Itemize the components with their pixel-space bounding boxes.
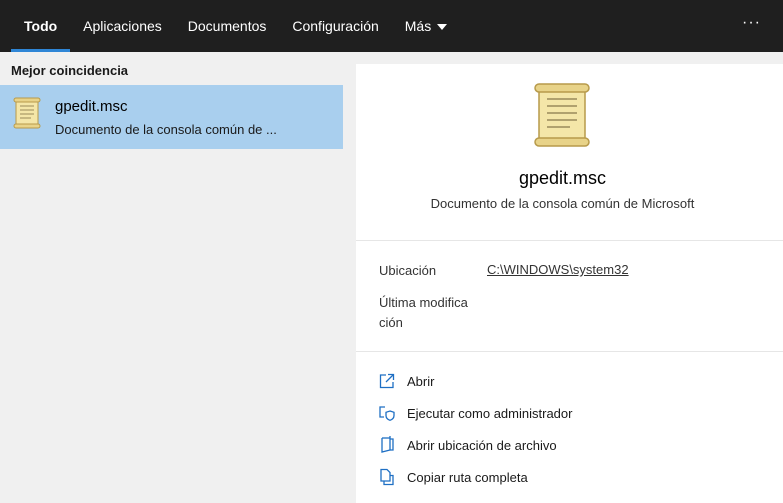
preview-title: gpedit.msc [518, 168, 607, 188]
modified-label-wrap: ción [379, 315, 403, 330]
preview-subtitle: Documento de la consola común de Microso… [430, 196, 695, 211]
divider [356, 351, 783, 352]
action-label: Abrir ubicación de archivo [407, 437, 557, 453]
tab-label: Documentos [187, 18, 267, 34]
tab-documentos[interactable]: Documentos [175, 0, 280, 52]
open-action[interactable]: Abrir [378, 371, 434, 391]
result-description: Documento de la consola común de ... [55, 122, 277, 137]
open-file-location-action[interactable]: Abrir ubicación de archivo [378, 435, 557, 455]
shield-icon [379, 406, 395, 421]
filter-tabs: Todo Aplicaciones Documentos Configuraci… [0, 0, 460, 52]
tab-mas[interactable]: Más [392, 0, 460, 52]
run-as-admin-action[interactable]: Ejecutar como administrador [378, 403, 572, 423]
action-label: Ejecutar como administrador [407, 405, 573, 421]
copy-icon [380, 468, 394, 486]
tab-todo[interactable]: Todo [0, 0, 71, 52]
action-label: Copiar ruta completa [407, 469, 528, 485]
folder-icon [381, 436, 394, 453]
console-document-icon [534, 83, 590, 147]
location-link[interactable]: C:\WINDOWS\system32 [487, 262, 629, 277]
result-name: gpedit.msc [55, 98, 128, 115]
modified-label: Última modifica [379, 295, 468, 310]
copy-full-path-action[interactable]: Copiar ruta completa [378, 467, 528, 487]
tab-label: Aplicaciones [83, 18, 162, 34]
best-match-result[interactable]: gpedit.msc Documento de la consola común… [0, 85, 343, 149]
search-filter-bar: Todo Aplicaciones Documentos Configuraci… [0, 0, 783, 52]
action-label: Abrir [407, 373, 435, 389]
tab-label: Más [404, 18, 432, 34]
divider [356, 240, 783, 241]
chevron-down-icon [437, 23, 448, 30]
more-options-button[interactable]: ··· [742, 14, 761, 32]
results-column: Mejor coincidencia gpedit.msc Documento … [0, 52, 343, 503]
section-title: Mejor coincidencia [11, 63, 129, 78]
open-icon [379, 373, 395, 389]
preview-panel: gpedit.msc Documento de la consola común… [356, 64, 783, 503]
tab-label: Configuración [292, 18, 379, 34]
console-document-icon [13, 97, 41, 129]
tab-configuracion[interactable]: Configuración [279, 0, 391, 52]
tab-aplicaciones[interactable]: Aplicaciones [70, 0, 175, 52]
tab-label: Todo [24, 18, 58, 34]
location-label: Ubicación [379, 263, 437, 278]
